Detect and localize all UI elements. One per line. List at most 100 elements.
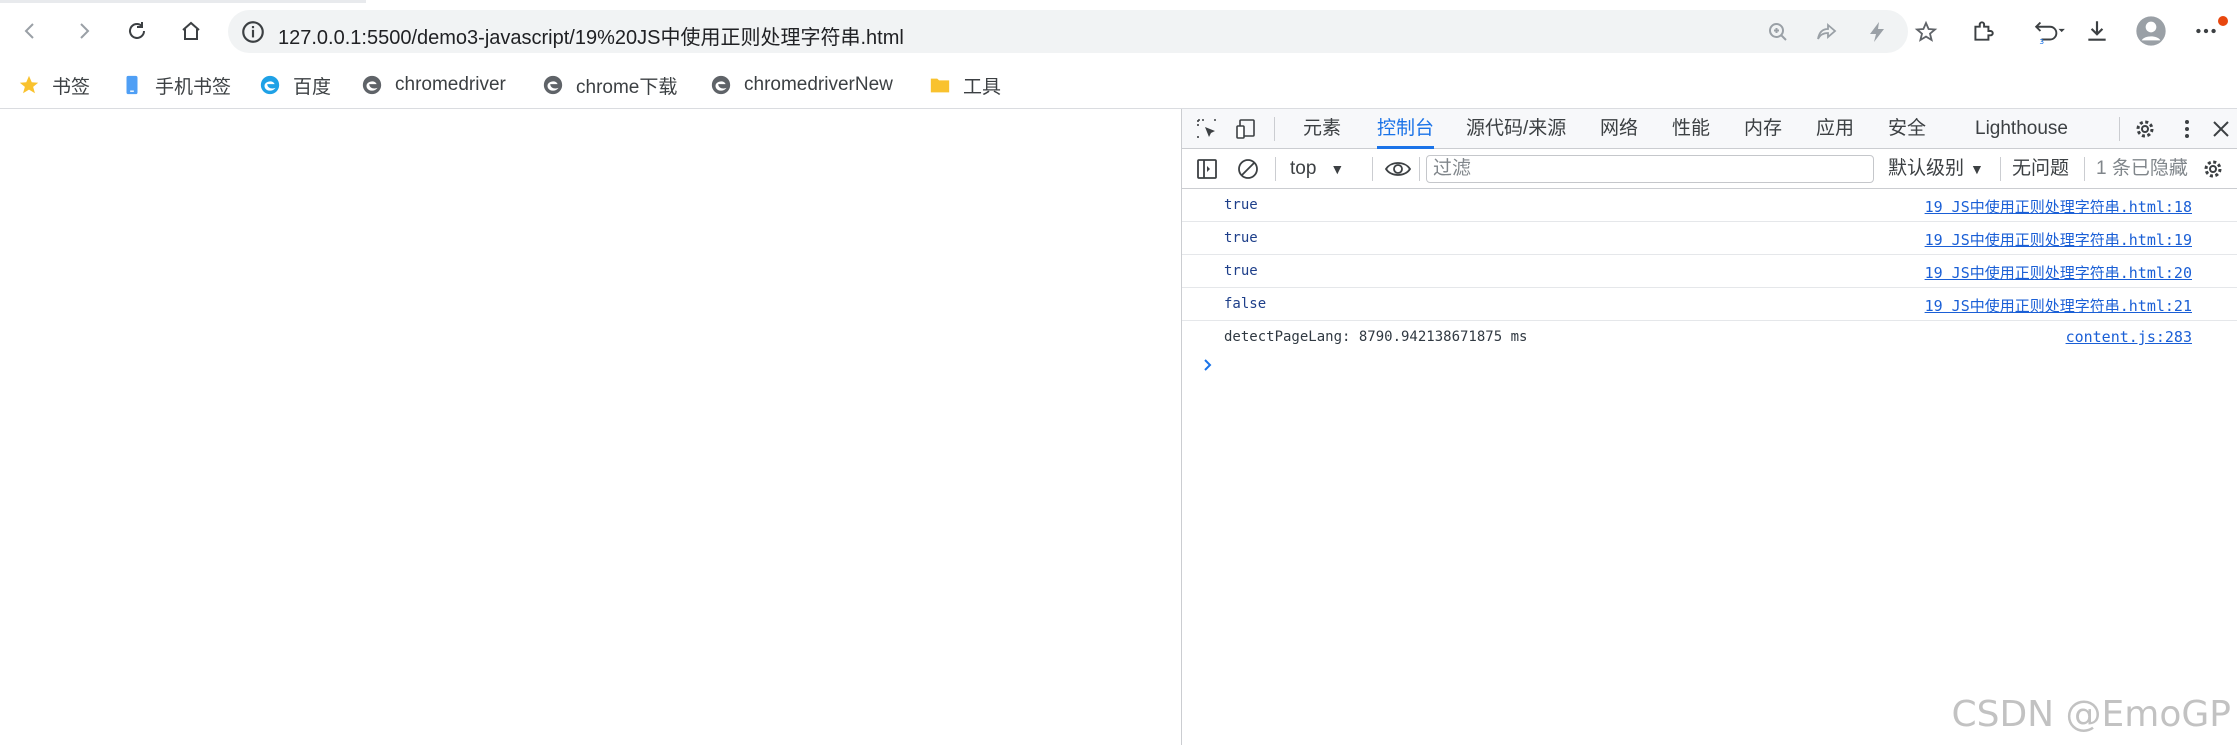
console-message: false 19 JS中使用正则处理字符串.html:21 — [1182, 288, 2237, 321]
separator — [1274, 117, 1275, 141]
separator — [1372, 157, 1373, 181]
eye-icon[interactable] — [1382, 155, 1414, 183]
console-message-text: detectPageLang: 8790.942138671875 ms — [1224, 329, 1528, 345]
home-icon — [182, 21, 200, 40]
bookmark-item[interactable]: 手机书签 — [121, 70, 231, 100]
globe-icon — [542, 74, 564, 96]
caret-down-icon: ▼ — [1970, 161, 1984, 177]
bookmarks-bar: 书签 手机书签 百度 chromedriver chrome下载 chromed… — [0, 63, 2237, 109]
console-settings-icon[interactable] — [2199, 155, 2227, 183]
console-message-text: true — [1224, 197, 1258, 213]
separator — [1419, 157, 1420, 181]
bookmark-label: chrome下载 — [576, 76, 678, 98]
caret-down-icon: ▼ — [1330, 161, 1345, 177]
folder-icon — [929, 74, 951, 96]
tab-performance[interactable]: 性能 — [1672, 109, 1710, 149]
source-link[interactable]: 19 JS中使用正则处理字符串.html:19 — [1925, 229, 2192, 250]
edge-icon — [259, 74, 281, 96]
tab-elements[interactable]: 元素 — [1303, 109, 1341, 149]
history-icon[interactable]: 3 — [2025, 13, 2075, 49]
reload-icon — [129, 22, 145, 39]
tab-console[interactable]: 控制台 — [1377, 109, 1435, 149]
bookmark-label: 百度 — [293, 76, 332, 98]
console-message: true 19 JS中使用正则处理字符串.html:18 — [1182, 189, 2237, 222]
tab-sources[interactable]: 源代码/来源 — [1466, 109, 1566, 149]
separator — [2000, 157, 2001, 181]
bookmark-item[interactable]: 工具 — [929, 70, 1001, 100]
console-prompt-icon[interactable] — [1200, 357, 1216, 373]
globe-icon — [361, 74, 383, 96]
star-icon[interactable] — [1913, 19, 1939, 45]
more-vertical-icon[interactable] — [2173, 115, 2201, 143]
hidden-messages-count: 1 条已隐藏 — [2096, 158, 2188, 179]
forward-button[interactable] — [66, 13, 102, 49]
source-link[interactable]: content.js:283 — [2066, 328, 2192, 346]
tab-strip-edge — [0, 0, 366, 3]
url-text[interactable]: 127.0.0.1:5500/demo3-javascript/19%20JS中… — [278, 21, 904, 50]
separator — [2084, 157, 2085, 181]
source-link[interactable]: 19 JS中使用正则处理字符串.html:18 — [1925, 196, 2192, 217]
console-message: detectPageLang: 8790.942138671875 ms con… — [1182, 321, 2237, 354]
console-message: true 19 JS中使用正则处理字符串.html:20 — [1182, 255, 2237, 288]
console-message-text: true — [1224, 230, 1258, 246]
browser-toolbar: 127.0.0.1:5500/demo3-javascript/19%20JS中… — [0, 0, 2237, 63]
clear-console-icon[interactable] — [1234, 155, 1262, 183]
lightning-icon[interactable] — [1864, 19, 1890, 45]
tab-application[interactable]: 应用 — [1816, 109, 1854, 149]
context-selector[interactable]: top ▼ — [1290, 155, 1344, 183]
console-message-text: true — [1224, 263, 1258, 279]
site-info-icon[interactable] — [240, 19, 266, 45]
console-toolbar: top ▼ 过滤 默认级别 ▼ 无问题 1 条已隐藏 — [1182, 149, 2237, 189]
console-output[interactable]: true 19 JS中使用正则处理字符串.html:18 true 19 JS中… — [1182, 189, 2237, 745]
tab-memory[interactable]: 内存 — [1744, 109, 1782, 149]
tab-lighthouse[interactable]: Lighthouse — [1975, 109, 2068, 149]
bookmark-item[interactable]: chromedriver — [361, 70, 506, 100]
watermark: CSDN @EmoGP — [1951, 694, 2231, 735]
phone-icon — [121, 74, 143, 96]
bookmark-item[interactable]: 书签 — [18, 70, 90, 100]
console-message-text: false — [1224, 296, 1267, 312]
bookmark-label: 书签 — [52, 76, 91, 98]
close-icon[interactable] — [2207, 115, 2235, 143]
separator — [1275, 157, 1276, 181]
log-levels-label: 默认级别 — [1888, 158, 1965, 179]
devtools-tabbar: 元素 控制台 源代码/来源 网络 性能 内存 应用 安全 Lighthouse — [1182, 109, 2237, 149]
share-icon[interactable] — [1814, 19, 1840, 45]
star-icon — [18, 74, 40, 96]
sidebar-toggle-icon[interactable] — [1193, 155, 1221, 183]
profile-icon[interactable] — [2133, 13, 2169, 49]
bookmark-item[interactable]: chromedriverNew — [710, 70, 893, 100]
globe-icon — [710, 74, 732, 96]
address-bar[interactable]: 127.0.0.1:5500/demo3-javascript/19%20JS中… — [228, 10, 1938, 53]
bookmark-label: chromedriverNew — [744, 74, 893, 95]
source-link[interactable]: 19 JS中使用正则处理字符串.html:20 — [1925, 262, 2192, 283]
inspect-element-icon[interactable] — [1193, 115, 1221, 143]
source-link[interactable]: 19 JS中使用正则处理字符串.html:21 — [1925, 295, 2192, 316]
issues-button[interactable]: 无问题 — [2012, 155, 2069, 183]
tab-security[interactable]: 安全 — [1888, 109, 1926, 149]
page-viewport[interactable] — [0, 109, 1181, 745]
device-toolbar-icon[interactable] — [1233, 115, 1261, 143]
svg-text:3: 3 — [2039, 37, 2044, 44]
bookmark-label: chromedriver — [395, 74, 506, 95]
bookmark-label: 手机书签 — [155, 76, 232, 98]
reload-button[interactable] — [119, 13, 155, 49]
console-message: true 19 JS中使用正则处理字符串.html:19 — [1182, 222, 2237, 255]
separator — [2119, 117, 2120, 141]
bookmark-item[interactable]: chrome下载 — [542, 70, 677, 100]
devtools-panel: 元素 控制台 源代码/来源 网络 性能 内存 应用 安全 Lighthouse … — [1181, 109, 2237, 745]
notification-dot — [2218, 16, 2228, 26]
home-button[interactable] — [173, 13, 209, 49]
log-levels-dropdown[interactable]: 默认级别 ▼ — [1888, 155, 1984, 183]
extensions-icon[interactable] — [1965, 13, 2001, 49]
back-icon — [24, 23, 34, 39]
zoom-icon[interactable] — [1765, 19, 1791, 45]
filter-input[interactable]: 过滤 — [1426, 155, 1874, 183]
bookmark-label: 工具 — [963, 76, 1002, 98]
bookmark-item[interactable]: 百度 — [259, 70, 331, 100]
settings-icon[interactable] — [2131, 115, 2159, 143]
tab-network[interactable]: 网络 — [1600, 109, 1638, 149]
back-button[interactable] — [12, 13, 48, 49]
download-icon[interactable] — [2079, 13, 2115, 49]
forward-icon — [80, 23, 90, 39]
